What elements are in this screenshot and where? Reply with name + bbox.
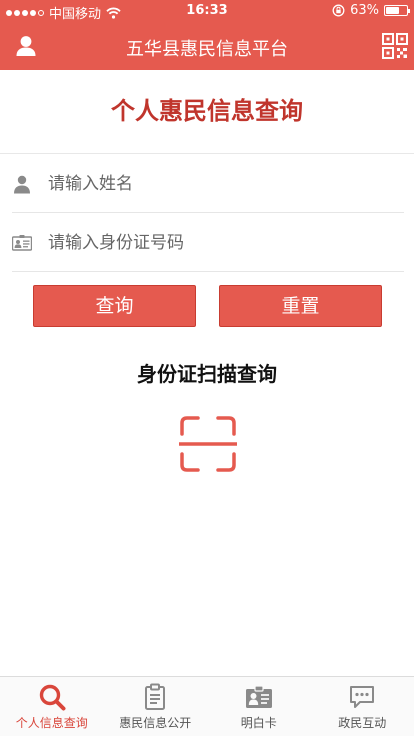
battery-percent: 63% [350,3,379,18]
search-icon [39,684,66,711]
divider [0,153,414,154]
tab-bar: 个人信息查询 惠民信息公开 明白卡 政民互动 [0,676,414,736]
id-card-icon [12,235,32,251]
tab-info-disclosure[interactable]: 惠民信息公开 [104,677,208,736]
tab-info-card[interactable]: 明白卡 [207,677,311,736]
header-title: 五华县惠民信息平台 [126,39,288,60]
tab-label: 惠民信息公开 [119,716,192,730]
chat-icon [350,686,375,708]
status-bar: 中国移动 16:33 63% [0,0,414,22]
person-icon [14,175,30,194]
query-button[interactable]: 查询 [33,285,196,327]
app-header: 五华县惠民信息平台 [0,22,414,70]
tab-label: 政民互动 [338,716,387,730]
clipboard-icon [145,683,166,710]
tab-label: 明白卡 [240,716,277,730]
name-input[interactable] [48,167,388,201]
tab-label: 个人信息查询 [15,716,88,730]
status-right: 63% [332,3,410,18]
rotation-lock-icon [332,4,345,17]
reset-button[interactable]: 重置 [219,285,382,327]
page-title: 个人惠民信息查询 [111,97,303,125]
qr-code-icon[interactable] [382,33,408,59]
battery-icon [384,5,410,16]
scan-frame-icon[interactable] [179,415,237,473]
scan-heading: 身份证扫描查询 [137,362,277,386]
id-number-input[interactable] [48,226,388,260]
name-field-row [12,155,404,213]
id-field-row [12,214,404,272]
id-card-icon [245,685,272,708]
tab-interaction[interactable]: 政民互动 [311,677,414,736]
tab-personal-query[interactable]: 个人信息查询 [0,677,104,736]
battery-fill [386,7,399,14]
